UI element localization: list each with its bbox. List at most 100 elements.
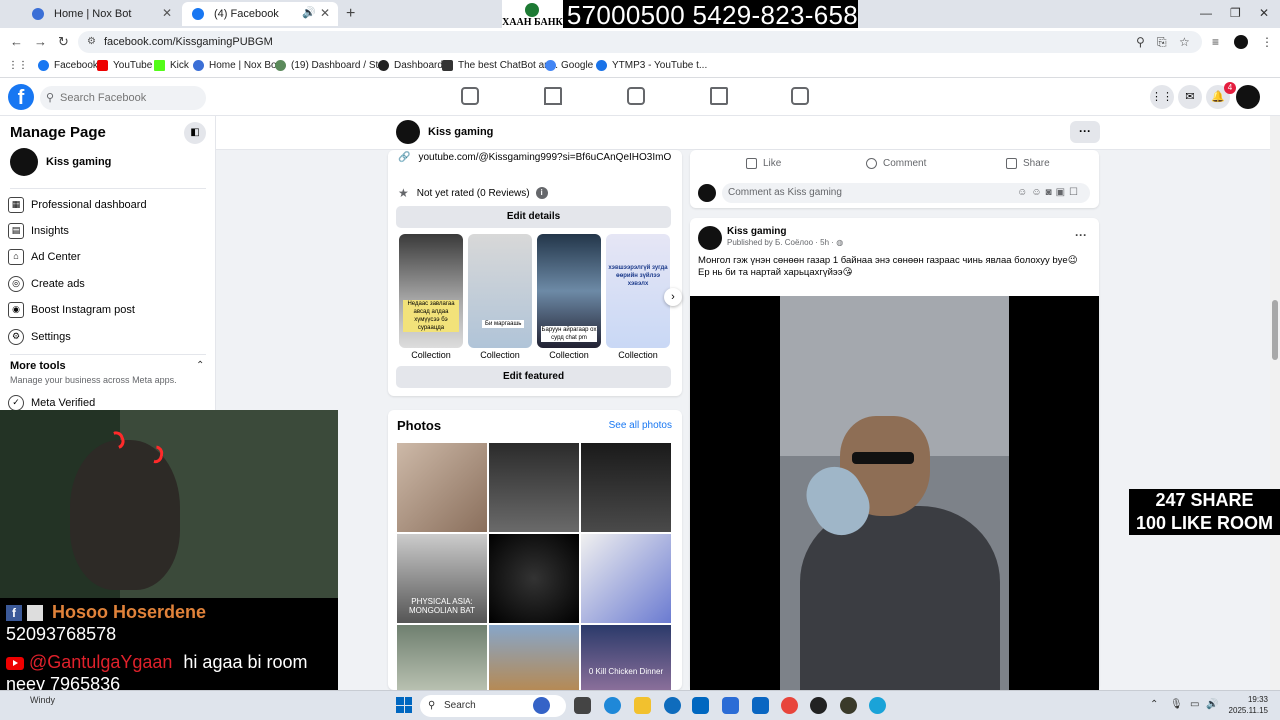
bookmark-ytmp3[interactable]: YTMP3 - YouTube t... <box>596 60 707 71</box>
sidebar-item-professional-dashboard[interactable]: ▦ Professional dashboard <box>8 194 208 216</box>
weather-widget[interactable]: Windy <box>30 695 55 705</box>
photo-thumbnail[interactable] <box>581 534 671 623</box>
app-icon[interactable] <box>840 697 857 714</box>
photo-thumbnail[interactable] <box>489 534 579 623</box>
browser-menu-icon[interactable]: ⋮ <box>1261 35 1273 49</box>
store-icon[interactable] <box>692 697 709 714</box>
app-icon[interactable] <box>869 697 886 714</box>
page-header-name[interactable]: Kiss gaming <box>428 126 493 138</box>
display-icon[interactable]: ▭ <box>1190 699 1199 710</box>
photo-thumbnail[interactable] <box>489 443 579 532</box>
close-tab-icon[interactable]: ✕ <box>320 6 330 20</box>
photo-thumbnail[interactable]: 0 Kill Chicken Dinner <box>581 625 671 690</box>
ads-megaphone-icon[interactable] <box>710 87 728 105</box>
more-options-button[interactable]: ··· <box>1070 121 1100 143</box>
page-avatar[interactable] <box>396 120 420 144</box>
featured-story[interactable]: Би маргаашь <box>468 234 532 348</box>
featured-story[interactable]: Недаас завлагаа авсад алдаа хүмүүсээ бэ … <box>399 234 463 348</box>
bookmark-chatbot[interactable]: The best ChatBot an... <box>442 60 558 71</box>
sidebar-item-insights[interactable]: ▤ Insights <box>8 220 208 242</box>
new-tab-button[interactable]: + <box>346 5 355 23</box>
post-more-options-icon[interactable]: ··· <box>1075 228 1087 242</box>
bookmark-youtube[interactable]: YouTube <box>97 60 152 71</box>
see-all-photos-link[interactable]: See all photos <box>609 420 672 431</box>
page-avatar[interactable] <box>10 148 38 176</box>
featured-story[interactable]: хэвшээрэлгүй зугда өөрийн зүйлээ хэвэлх <box>606 234 670 348</box>
edit-featured-button[interactable]: Edit featured <box>396 366 671 388</box>
chevron-up-icon[interactable]: ⌃ <box>1150 699 1158 710</box>
insights-icon[interactable] <box>627 87 645 105</box>
search-input[interactable] <box>60 89 200 107</box>
microphone-icon[interactable]: 🎙 <box>1170 699 1183 710</box>
featured-story[interactable]: Баруун айрагаар ох сурд chat pm <box>537 234 601 348</box>
reload-icon[interactable]: ↻ <box>58 34 69 50</box>
browser-profile-avatar[interactable] <box>1234 35 1248 49</box>
media-icon[interactable]: ≡ <box>1212 35 1219 49</box>
bookmark-dashboard[interactable]: Dashboard <box>378 60 443 71</box>
page-name[interactable]: Kiss gaming <box>46 156 111 168</box>
minimize-icon[interactable]: — <box>1200 6 1212 20</box>
bookmark-nox-bot[interactable]: Home | Nox Bot <box>193 60 279 71</box>
app-icon[interactable] <box>533 697 550 714</box>
windows-start-icon[interactable] <box>396 697 412 713</box>
sidebar-item-ad-center[interactable]: ⌂ Ad Center <box>8 246 208 268</box>
back-icon[interactable]: ← <box>10 34 23 49</box>
photo-thumbnail[interactable] <box>397 625 487 690</box>
scroll-thumb[interactable] <box>1272 300 1278 360</box>
photo-thumbnail[interactable] <box>489 625 579 690</box>
outlook-icon[interactable] <box>722 697 739 714</box>
bookmark-google[interactable]: Google <box>545 60 593 71</box>
photo-thumbnail[interactable]: PHYSICAL ASIA: MONGOLIAN BAT <box>397 534 487 623</box>
account-avatar[interactable] <box>1236 85 1260 109</box>
file-explorer-icon[interactable] <box>634 697 651 714</box>
chevron-right-icon[interactable]: › <box>664 288 682 306</box>
photo-thumbnail[interactable] <box>581 443 671 532</box>
messenger-icon[interactable]: ✉ <box>1178 85 1202 109</box>
bookmark-facebook[interactable]: Facebook <box>38 60 98 71</box>
app-icon[interactable] <box>752 697 769 714</box>
url-field[interactable]: ⚙ facebook.com/KissgamingPUBGM <box>78 31 1202 53</box>
page-avatar[interactable] <box>698 226 722 250</box>
comment-tools-icons[interactable]: ☺☺◙▣☐ <box>1017 183 1082 203</box>
facebook-logo[interactable]: f <box>8 84 34 110</box>
calendar-icon[interactable] <box>791 87 809 105</box>
restore-icon[interactable]: ❐ <box>1230 6 1241 20</box>
edge-browser-icon[interactable] <box>664 697 681 714</box>
bookmark-dashboard-str[interactable]: (19) Dashboard / Str... <box>275 60 389 71</box>
apps-grid-icon[interactable]: ⋮⋮ <box>8 60 28 71</box>
photo-thumbnail[interactable] <box>397 443 487 532</box>
system-clock[interactable]: 19:33 2025.11.15 <box>1220 694 1268 716</box>
page-scrollbar[interactable] <box>1270 116 1280 690</box>
close-window-icon[interactable]: ✕ <box>1259 6 1269 20</box>
bookmark-kick[interactable]: Kick <box>154 60 189 71</box>
info-icon[interactable]: i <box>535 187 548 199</box>
speaker-icon[interactable]: 🔊 <box>1206 699 1218 710</box>
youtube-link[interactable]: 🔗 youtube.com/@Kissgaming999?si=Bf6uCAnQ… <box>398 152 671 163</box>
comment-button[interactable]: Comment <box>866 158 926 169</box>
post-video[interactable] <box>690 296 1099 690</box>
site-info-icon[interactable]: ⚙ <box>87 36 96 47</box>
collapse-sidebar-icon[interactable]: ◧ <box>184 122 206 144</box>
tab-nox-bot[interactable]: Home | Nox Bot ✕ <box>22 2 180 26</box>
menu-grid-icon[interactable]: ⋮⋮ <box>1150 85 1174 109</box>
task-view-icon[interactable] <box>574 697 591 714</box>
comment-input[interactable]: Comment as Kiss gaming ☺☺◙▣☐ <box>722 183 1090 203</box>
more-tools-heading[interactable]: More tools <box>10 360 66 372</box>
bookmark-star-icon[interactable]: ☆ <box>1179 35 1190 49</box>
forward-icon[interactable]: → <box>34 34 47 49</box>
home-icon[interactable] <box>461 87 479 105</box>
sidebar-item-boost-instagram[interactable]: ◉ Boost Instagram post <box>8 299 208 321</box>
chrome-icon[interactable] <box>781 697 798 714</box>
tab-facebook[interactable]: (4) Facebook 🔊 ✕ <box>182 2 338 26</box>
post-author[interactable]: Kiss gaming <box>727 226 786 237</box>
install-icon[interactable]: ⎘ <box>1157 35 1167 50</box>
edge-icon[interactable] <box>604 697 621 714</box>
chevron-up-icon[interactable]: ⌃ <box>196 360 204 371</box>
share-button[interactable]: Share <box>1006 158 1050 169</box>
edit-details-button[interactable]: Edit details <box>396 206 671 228</box>
like-button[interactable]: Like <box>746 158 781 169</box>
sidebar-item-settings[interactable]: ⚙ Settings <box>8 326 208 348</box>
search-box[interactable]: ⚲ <box>40 86 206 110</box>
sidebar-item-create-ads[interactable]: ◎ Create ads <box>8 273 208 295</box>
speaker-icon[interactable]: 🔊 <box>302 6 316 19</box>
